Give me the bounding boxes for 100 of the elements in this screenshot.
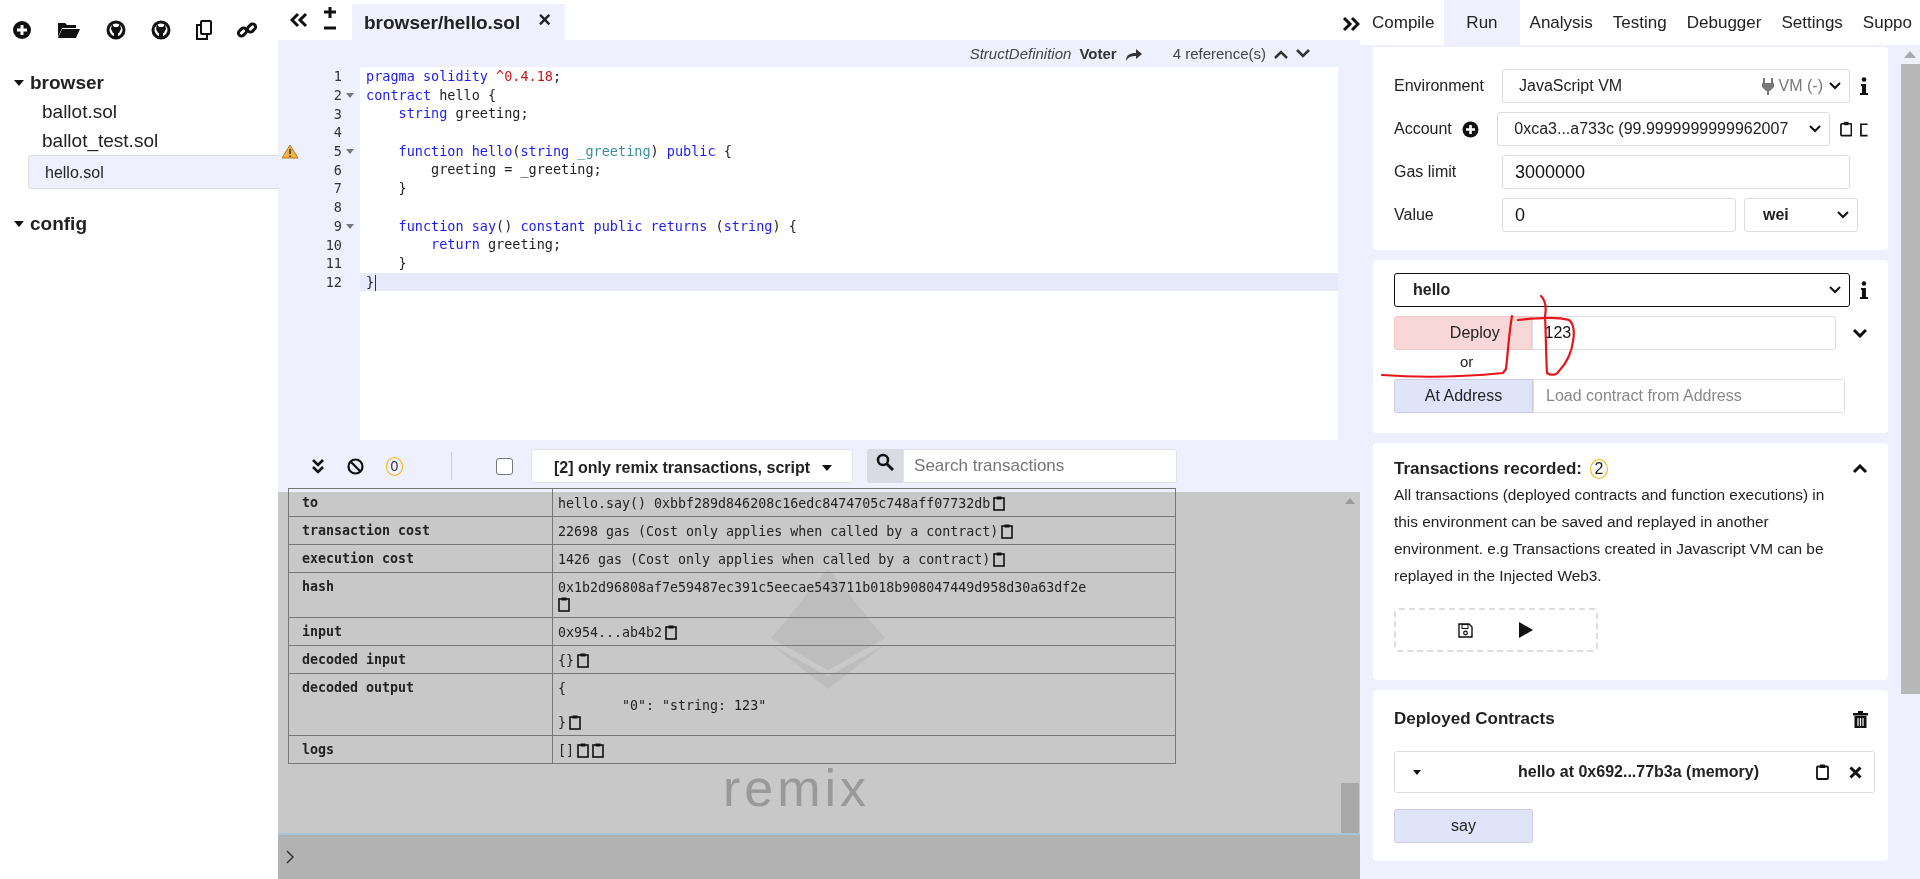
section-title: Transactions recorded:: [1394, 459, 1582, 479]
file-item[interactable]: ballot_test.sol: [28, 126, 278, 155]
code-line: return greeting;: [430, 235, 563, 254]
fold-icon[interactable]: [346, 148, 354, 154]
section-title: Deployed Contracts: [1394, 709, 1555, 729]
instance-title: hello at 0x692...77b3a (memory): [1517, 763, 1760, 781]
copy-icon[interactable]: [993, 496, 1006, 511]
code-line: function say() constant public returns (string) {: [397, 216, 798, 236]
code-line: pragma solidity ^0.4.18;: [365, 67, 563, 86]
panel-tab[interactable]: Settings: [1771, 0, 1853, 45]
chevron-down-icon[interactable]: [1296, 48, 1310, 59]
panel-tab[interactable]: Testing: [1602, 0, 1677, 45]
save-icon[interactable]: [1458, 622, 1473, 638]
link-icon[interactable]: [237, 20, 257, 40]
jump-arrow-icon[interactable]: [1124, 46, 1143, 61]
chevron-up-icon[interactable]: [1852, 464, 1868, 474]
reference-count: 4 reference(s): [1172, 45, 1266, 62]
table-cell: hash: [288, 572, 553, 618]
copy-icon[interactable]: [577, 653, 589, 668]
function-button[interactable]: say: [1394, 809, 1533, 843]
folder-icon[interactable]: [57, 21, 81, 39]
value-text: }: [558, 715, 566, 730]
scrollbar-thumb[interactable]: [1900, 64, 1920, 694]
cat-logo-icon[interactable]: [151, 20, 171, 40]
gas-limit-field[interactable]: 3000000: [1502, 155, 1850, 189]
clear-icon[interactable]: [347, 457, 364, 475]
play-icon[interactable]: [1518, 621, 1534, 639]
contract-instance[interactable]: hello at 0x692...77b3a (memory): [1394, 751, 1875, 793]
table-cell: logs: [288, 735, 553, 764]
table-cell: execution cost: [288, 544, 553, 573]
info-icon[interactable]: [1860, 281, 1868, 299]
caret-icon[interactable]: [1413, 769, 1421, 775]
filter-checkbox[interactable]: [496, 457, 513, 475]
add-file-icon[interactable]: [12, 20, 32, 40]
address-field[interactable]: Load contract from Address: [1533, 379, 1845, 413]
caret-icon: [822, 465, 833, 471]
value-text: hello.say() 0xbbf289d846208c16edc8474705c748aff07732db: [558, 496, 991, 511]
double-chevron-down-icon[interactable]: [311, 458, 325, 474]
scrollbar-thumb[interactable]: [1341, 783, 1359, 833]
code-line: contract hello {: [365, 85, 498, 105]
chevron-down-icon: [1809, 125, 1821, 133]
fold-icon[interactable]: [346, 223, 354, 229]
add-account-icon[interactable]: [1461, 120, 1479, 138]
copy-icon[interactable]: [993, 552, 1006, 567]
file-item[interactable]: ballot.sol: [28, 97, 278, 126]
chevron-down-icon: [1829, 82, 1841, 90]
chevron-down-icon[interactable]: [1852, 328, 1868, 338]
at-address-button[interactable]: At Address: [1394, 379, 1533, 413]
copy-icon[interactable]: [558, 597, 570, 612]
copy-icon[interactable]: [577, 743, 589, 758]
panel-tab[interactable]: Debugger: [1676, 0, 1772, 45]
line-number: 7: [333, 180, 342, 197]
table-cell: to: [288, 488, 553, 517]
prompt-icon: [286, 850, 294, 864]
folder-item[interactable]: browser: [0, 68, 278, 97]
value-text: 22698 gas (Cost only applies when called by a contract): [558, 524, 999, 539]
deploy-button[interactable]: Deploy: [1394, 316, 1532, 350]
filter-dropdown[interactable]: [2] only remix transactions, script: [531, 449, 854, 483]
account-select[interactable]: 0xca3...a733c (99.9999999999962007: [1497, 112, 1830, 146]
code-line: }: [397, 179, 408, 198]
copy-icon[interactable]: [1840, 121, 1853, 137]
panel-tab[interactable]: Run: [1444, 0, 1520, 45]
folder-item[interactable]: config: [0, 209, 278, 238]
description-text: All transactions (deployed contracts and function executions) in this environment can be saved and replayed in another environment. e.g Transactions created in Javascript VM can be replayed in the Injected Web3.: [1394, 485, 1826, 586]
field-label: Gas limit: [1394, 163, 1458, 181]
fold-icon[interactable]: [346, 92, 354, 98]
value-field[interactable]: 0: [1502, 198, 1736, 232]
info-icon[interactable]: [1860, 77, 1868, 95]
trash-icon[interactable]: [1853, 710, 1868, 728]
edit-icon[interactable]: [1860, 121, 1868, 137]
panel-tab[interactable]: Suppo: [1852, 0, 1920, 45]
chevron-up-icon[interactable]: [1274, 48, 1288, 59]
environment-select[interactable]: JavaScript VM VM (-): [1502, 69, 1850, 103]
folder-name: browser: [30, 71, 104, 94]
line-number: 10: [325, 236, 342, 253]
contract-select[interactable]: hello: [1394, 273, 1851, 307]
file-item[interactable]: hello.sol: [28, 155, 278, 189]
panel-tab[interactable]: Analysis: [1519, 0, 1603, 45]
value-text: {}: [558, 653, 574, 668]
close-icon[interactable]: [1849, 765, 1862, 779]
copy-icon[interactable]: [196, 20, 212, 40]
field-label: Value: [1394, 206, 1435, 224]
or-label: or: [1460, 353, 1475, 370]
value-text: 0x954...ab4b2: [558, 625, 663, 640]
copy-icon[interactable]: [592, 743, 604, 758]
copy-icon[interactable]: [569, 715, 581, 730]
copy-icon[interactable]: [1816, 764, 1829, 780]
node-type: StructDefinition: [969, 45, 1072, 62]
field-label: Account: [1394, 120, 1452, 138]
panel-tab[interactable]: Compile: [1360, 0, 1445, 45]
unit-select[interactable]: wei: [1744, 198, 1858, 232]
line-number: 5: [333, 143, 342, 160]
code-line: }: [397, 253, 408, 273]
table-cell: input: [288, 617, 553, 646]
editor-tab[interactable]: browser/hello.sol ×: [352, 4, 566, 40]
copy-icon[interactable]: [1001, 524, 1014, 539]
value-text: 0x1b2d96808af7e59487ec391c5eecae543711b018b908047449d958d30a63df2e: [558, 580, 1087, 595]
close-icon[interactable]: ×: [538, 12, 552, 28]
copy-icon[interactable]: [665, 625, 678, 640]
cat-logo-icon[interactable]: [106, 20, 126, 40]
